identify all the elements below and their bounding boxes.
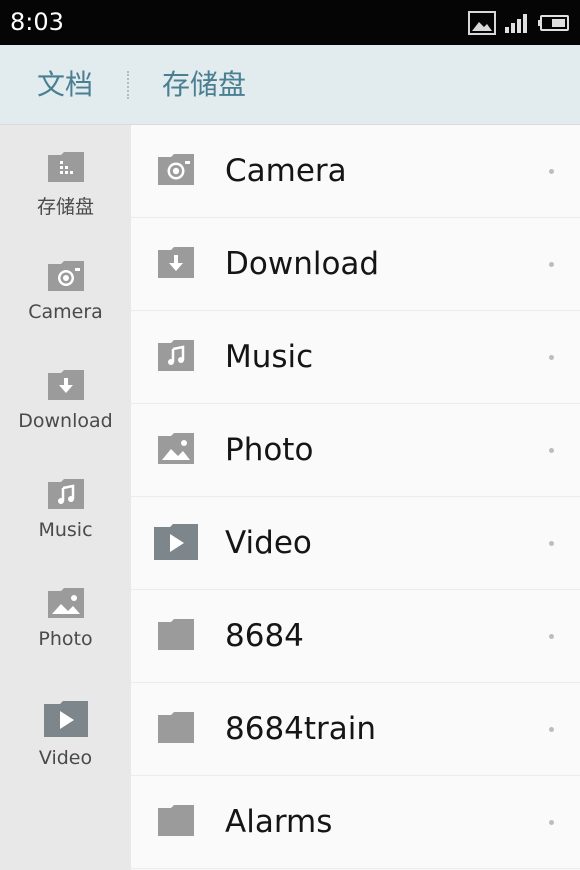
sidebar-item-label: Photo xyxy=(38,628,93,650)
sidebar-item-label: Music xyxy=(38,519,93,541)
list-item-name: 8684 xyxy=(225,618,304,654)
item-menu-dot[interactable] xyxy=(549,820,554,825)
list-item-alarms[interactable]: Alarms xyxy=(131,776,580,869)
list-item-download[interactable]: Download xyxy=(131,218,580,311)
list-item-8684train[interactable]: 8684train xyxy=(131,683,580,776)
item-menu-dot[interactable] xyxy=(549,169,554,174)
sidebar-item-label: Video xyxy=(38,747,93,769)
list-item-photo[interactable]: Photo xyxy=(131,404,580,497)
list-item-8684[interactable]: 8684 xyxy=(131,590,580,683)
list-item-name: Photo xyxy=(225,432,314,468)
video-icon xyxy=(0,700,131,743)
list-item-music[interactable]: Music xyxy=(131,311,580,404)
camera-folder-icon xyxy=(156,152,196,190)
file-list: Camera Download Music Photo Video 8684 8… xyxy=(131,125,580,870)
item-menu-dot[interactable] xyxy=(549,262,554,267)
list-item-name: Music xyxy=(225,339,314,375)
image-notification-icon xyxy=(468,11,496,35)
list-item-name: 8684train xyxy=(225,711,377,747)
video-folder-icon xyxy=(153,523,199,565)
list-item-video[interactable]: Video xyxy=(131,497,580,590)
list-item-camera[interactable]: Camera xyxy=(131,125,580,218)
folder-icon xyxy=(156,710,196,748)
list-item-name: Video xyxy=(225,525,312,561)
camera-icon xyxy=(0,260,131,297)
item-menu-dot[interactable] xyxy=(549,634,554,639)
status-time: 8:03 xyxy=(10,8,64,36)
list-item-name: Camera xyxy=(225,153,347,189)
status-bar: 8:03 xyxy=(0,0,580,45)
sidebar-item-camera[interactable]: Camera xyxy=(0,260,131,323)
download-icon xyxy=(0,369,131,406)
list-item-name: Download xyxy=(225,246,380,282)
sidebar-item-download[interactable]: Download xyxy=(0,369,131,432)
folder-icon xyxy=(156,617,196,655)
photo-icon xyxy=(0,587,131,624)
sidebar-item-label: 存储盘 xyxy=(36,196,94,218)
sidebar-item-label: Download xyxy=(18,410,113,432)
sidebar-item-label: Camera xyxy=(28,301,103,323)
music-icon xyxy=(0,478,131,515)
sidebar-item-music[interactable]: Music xyxy=(0,478,131,541)
sidebar-item-storage[interactable]: 存储盘 xyxy=(0,151,131,219)
breadcrumb-documents[interactable]: 文档 xyxy=(37,45,93,125)
breadcrumb-storage[interactable]: 存储盘 xyxy=(162,45,246,125)
battery-icon xyxy=(538,13,570,33)
list-item-name: Alarms xyxy=(225,804,333,840)
sidebar: 存储盘 Camera Download Music Photo Video xyxy=(0,125,131,870)
sidebar-item-photo[interactable]: Photo xyxy=(0,587,131,650)
breadcrumb-separator xyxy=(127,71,129,99)
folder-icon xyxy=(156,803,196,841)
music-folder-icon xyxy=(156,338,196,376)
signal-icon xyxy=(504,12,530,34)
download-folder-icon xyxy=(156,245,196,283)
item-menu-dot[interactable] xyxy=(549,727,554,732)
item-menu-dot[interactable] xyxy=(549,448,554,453)
status-icons xyxy=(468,10,570,36)
sidebar-item-video[interactable]: Video xyxy=(0,700,131,769)
breadcrumb: 文档 存储盘 xyxy=(0,45,580,125)
item-menu-dot[interactable] xyxy=(549,541,554,546)
item-menu-dot[interactable] xyxy=(549,355,554,360)
photo-folder-icon xyxy=(156,431,196,469)
storage-icon xyxy=(0,151,131,188)
